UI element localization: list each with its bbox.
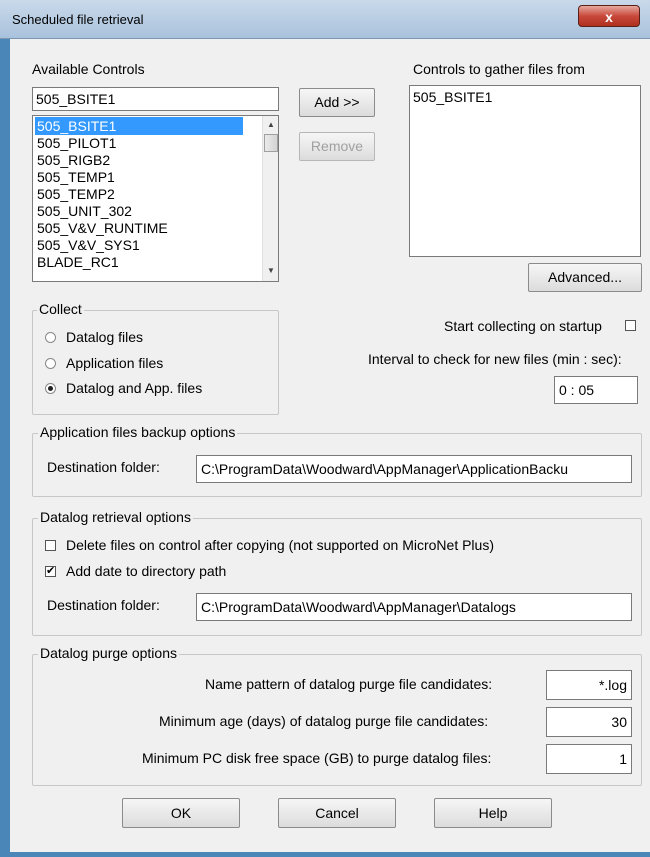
interval-value: 0 : 05 — [559, 382, 595, 398]
list-item[interactable]: 505_V&V_RUNTIME — [35, 219, 168, 237]
delete-files-checkbox[interactable] — [45, 540, 56, 551]
purge-age-label: Minimum age (days) of datalog purge file… — [159, 713, 489, 729]
purge-space-label: Minimum PC disk free space (GB) to purge… — [142, 750, 492, 766]
purge-pattern-input[interactable]: *.log — [546, 670, 632, 700]
datalog-dest-input[interactable]: C:\ProgramData\Woodward\AppManager\Datal… — [196, 593, 632, 621]
list-item[interactable]: 505_RIGB2 — [35, 151, 110, 169]
start-collecting-label: Start collecting on startup — [444, 318, 602, 334]
help-button[interactable]: Help — [434, 798, 552, 828]
interval-input[interactable]: 0 : 05 — [554, 376, 638, 404]
advanced-button[interactable]: Advanced... — [528, 263, 642, 292]
dialog-client-area: Available Controls 505_BSITE1 505_BSITE1… — [10, 39, 650, 852]
add-date-label[interactable]: Add date to directory path — [66, 563, 226, 579]
purge-age-value: 30 — [611, 714, 627, 730]
radio-datalog-and-app-files-label[interactable]: Datalog and App. files — [66, 380, 202, 396]
title-bar[interactable]: Scheduled file retrieval x — [0, 0, 650, 39]
add-date-checkbox[interactable]: ✔ — [45, 566, 56, 577]
available-controls-combo[interactable]: 505_BSITE1 — [32, 87, 279, 111]
purge-space-input[interactable]: 1 — [546, 744, 632, 774]
advanced-button-label: Advanced... — [548, 269, 622, 285]
delete-files-label[interactable]: Delete files on control after copying (n… — [66, 537, 494, 553]
radio-datalog-files[interactable] — [45, 332, 56, 343]
scroll-down-arrow-icon[interactable]: ▼ — [267, 266, 275, 275]
close-button[interactable]: x — [578, 5, 640, 27]
datalog-dest-value: C:\ProgramData\Woodward\AppManager\Datal… — [201, 599, 516, 615]
list-item[interactable]: 505_BSITE1 — [413, 89, 637, 105]
interval-label: Interval to check for new files (min : s… — [368, 351, 622, 367]
add-button[interactable]: Add >> — [299, 88, 375, 117]
add-button-label: Add >> — [314, 94, 360, 110]
remove-button-label: Remove — [310, 138, 364, 154]
collect-group-title: Collect — [37, 301, 84, 317]
available-controls-value: 505_BSITE1 — [36, 91, 116, 107]
cancel-button-label: Cancel — [315, 805, 359, 821]
list-item[interactable]: BLADE_RC1 — [35, 253, 119, 271]
radio-selected-dot — [48, 386, 53, 391]
list-item[interactable]: 505_TEMP1 — [35, 168, 115, 186]
window-title: Scheduled file retrieval — [12, 12, 144, 27]
list-item[interactable]: 505_V&V_SYS1 — [35, 236, 140, 254]
available-controls-list[interactable]: 505_BSITE1 505_PILOT1 505_RIGB2 505_TEMP… — [32, 115, 279, 282]
list-item[interactable]: 505_BSITE1 — [35, 117, 243, 135]
app-backup-dest-input[interactable]: C:\ProgramData\Woodward\AppManager\Appli… — [196, 455, 632, 483]
app-backup-dest-label: Destination folder: — [47, 459, 160, 475]
list-item[interactable]: 505_UNIT_302 — [35, 202, 132, 220]
radio-application-files[interactable] — [45, 358, 56, 369]
list-item[interactable]: 505_TEMP2 — [35, 185, 115, 203]
checkmark-icon: ✔ — [46, 565, 56, 577]
dialog-window: Scheduled file retrieval x Available Con… — [0, 0, 650, 857]
radio-datalog-files-label[interactable]: Datalog files — [66, 329, 143, 345]
datalog-dest-label: Destination folder: — [47, 597, 160, 613]
list-item[interactable]: 505_PILOT1 — [35, 134, 116, 152]
scroll-thumb[interactable] — [264, 134, 278, 152]
ok-button[interactable]: OK — [122, 798, 240, 828]
purge-age-input[interactable]: 30 — [546, 707, 632, 737]
datalog-purge-group-title: Datalog purge options — [38, 645, 179, 661]
list-scrollbar[interactable]: ▲ ▼ — [262, 116, 278, 281]
gather-controls-list[interactable]: 505_BSITE1 — [409, 85, 641, 257]
available-controls-label: Available Controls — [32, 61, 145, 77]
help-button-label: Help — [478, 805, 508, 821]
start-collecting-checkbox[interactable] — [625, 320, 636, 331]
remove-button[interactable]: Remove — [299, 132, 375, 161]
datalog-retrieval-group-title: Datalog retrieval options — [38, 509, 193, 525]
scroll-up-arrow-icon[interactable]: ▲ — [267, 120, 275, 129]
purge-space-value: 1 — [619, 751, 627, 767]
radio-application-files-label[interactable]: Application files — [66, 355, 163, 371]
purge-pattern-label: Name pattern of datalog purge file candi… — [205, 676, 493, 692]
radio-datalog-and-app-files[interactable] — [45, 383, 56, 394]
ok-button-label: OK — [170, 805, 192, 821]
close-icon[interactable]: x — [605, 9, 613, 25]
gather-controls-label: Controls to gather files from — [413, 61, 585, 77]
app-backup-dest-value: C:\ProgramData\Woodward\AppManager\Appli… — [201, 461, 569, 477]
purge-pattern-value: *.log — [598, 677, 627, 693]
cancel-button[interactable]: Cancel — [278, 798, 396, 828]
app-backup-group-title: Application files backup options — [38, 424, 238, 440]
